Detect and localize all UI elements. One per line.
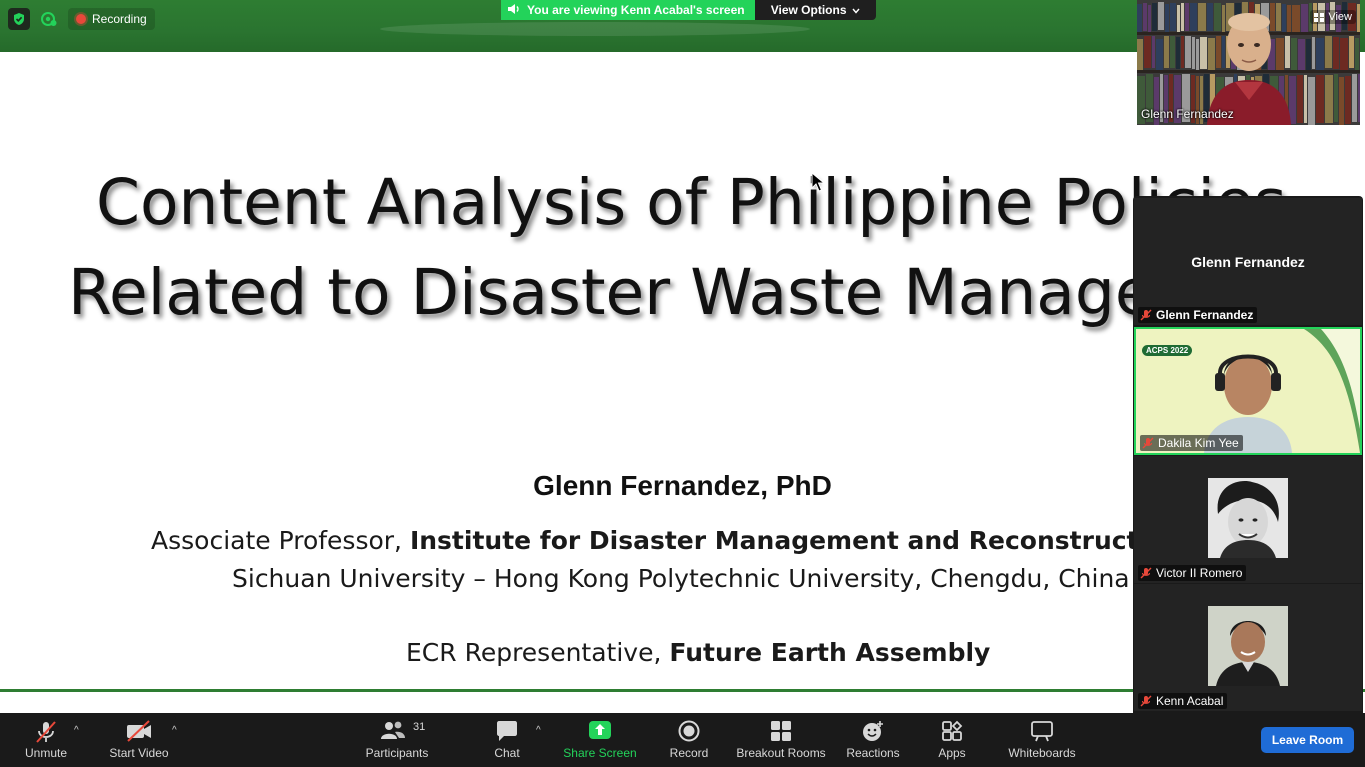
- participant-tile[interactable]: Victor II Romero: [1134, 456, 1362, 583]
- muted-mic-icon: [1142, 437, 1154, 449]
- apps-icon: [941, 720, 963, 745]
- active-speaker-name: Glenn Fernandez: [1141, 107, 1234, 121]
- security-shield-icon[interactable]: [8, 8, 30, 30]
- participant-tile[interactable]: ACPS 2022 Dakila Kim Yee: [1134, 327, 1362, 455]
- chat-label: Chat: [494, 746, 520, 760]
- slide-ecr-line: ECR Representative, Future Earth Assembl…: [406, 638, 990, 667]
- participants-button[interactable]: 31 Participants: [362, 713, 432, 767]
- meeting-toolbar: Unmute ^ Start Video ^ 31 Participants C…: [0, 713, 1365, 767]
- view-options-button[interactable]: View Options: [754, 0, 876, 20]
- viewing-screen-banner: You are viewing Kenn Acabal's screen Vie…: [501, 0, 876, 20]
- slide-affiliation-line-1: Associate Professor, Institute for Disas…: [151, 526, 1202, 555]
- affiliation-prefix: Associate Professor,: [151, 526, 410, 555]
- participant-tile[interactable]: Kenn Acabal: [1134, 584, 1362, 711]
- smiley-reaction-icon: [861, 720, 885, 745]
- apps-label: Apps: [938, 746, 966, 760]
- connection-status-icon[interactable]: [38, 8, 60, 30]
- muted-mic-icon: [1140, 695, 1152, 707]
- participant-label-text: Victor II Romero: [1156, 566, 1243, 580]
- participant-label-text: Glenn Fernandez: [1156, 308, 1254, 322]
- share-screen-arrow-icon: [588, 720, 612, 743]
- recording-indicator[interactable]: Recording: [68, 8, 155, 30]
- ecr-assembly: Future Earth Assembly: [669, 638, 991, 667]
- video-off-icon: [125, 720, 153, 745]
- participants-label: Participants: [365, 746, 429, 760]
- participant-name-label: Glenn Fernandez: [1138, 307, 1258, 323]
- viewing-screen-text: You are viewing Kenn Acabal's screen: [527, 3, 745, 17]
- chat-options-caret-icon[interactable]: ^: [536, 725, 541, 736]
- chat-bubble-icon: [495, 720, 519, 745]
- avatar: [1208, 478, 1288, 558]
- slide-affiliation-line-2: Sichuan University – Hong Kong Polytechn…: [232, 564, 1130, 593]
- chevron-down-icon: [851, 3, 860, 17]
- ecr-prefix: ECR Representative,: [406, 638, 670, 667]
- muted-mic-icon: [1140, 567, 1152, 579]
- apps-button[interactable]: Apps: [934, 713, 970, 767]
- leave-room-button[interactable]: Leave Room: [1261, 727, 1354, 753]
- avatar: [1208, 606, 1288, 686]
- muted-microphone-icon: [34, 720, 58, 747]
- participant-tile[interactable]: Glenn Fernandez Glenn Fernandez: [1134, 198, 1362, 325]
- view-toggle-button[interactable]: View: [1310, 10, 1356, 24]
- view-toggle-label: View: [1328, 11, 1352, 23]
- unmute-label: Unmute: [24, 746, 68, 760]
- active-speaker-video[interactable]: View Glenn Fernandez: [1137, 0, 1360, 125]
- breakout-rooms-icon: [770, 720, 792, 745]
- participants-count: 31: [413, 721, 426, 733]
- participant-label-text: Kenn Acabal: [1156, 694, 1224, 708]
- viewing-screen-notice: You are viewing Kenn Acabal's screen: [501, 0, 755, 20]
- recording-label: Recording: [92, 12, 147, 26]
- record-button[interactable]: Record: [666, 713, 712, 767]
- grid-view-icon: [1314, 12, 1325, 22]
- whiteboard-icon: [1030, 720, 1054, 745]
- audio-options-caret-icon[interactable]: ^: [74, 725, 79, 736]
- breakout-rooms-label: Breakout Rooms: [736, 746, 826, 760]
- view-options-label: View Options: [770, 3, 847, 17]
- participants-icon: [380, 720, 406, 743]
- share-screen-button[interactable]: Share Screen: [562, 713, 638, 767]
- record-label: Record: [669, 746, 709, 760]
- start-video-label: Start Video: [109, 746, 169, 760]
- participant-gallery[interactable]: Glenn Fernandez Glenn Fernandez ACPS 202…: [1133, 196, 1363, 714]
- unmute-button[interactable]: Unmute: [20, 713, 72, 767]
- speaker-volume-icon: [507, 3, 521, 18]
- breakout-rooms-button[interactable]: Breakout Rooms: [736, 713, 826, 767]
- affiliation-institute: Institute for Disaster Management and Re…: [409, 526, 1203, 555]
- participant-label-text: Dakila Kim Yee: [1158, 436, 1239, 450]
- whiteboards-button[interactable]: Whiteboards: [1004, 713, 1080, 767]
- start-video-button[interactable]: Start Video: [106, 713, 172, 767]
- whiteboards-label: Whiteboards: [1008, 746, 1076, 760]
- participant-display-name: Glenn Fernandez: [1191, 253, 1305, 270]
- reactions-button[interactable]: Reactions: [844, 713, 902, 767]
- participant-name-label: Kenn Acabal: [1138, 693, 1228, 709]
- event-logo-text: ACPS 2022: [1146, 346, 1189, 355]
- participant-name-label: Victor II Romero: [1138, 565, 1247, 581]
- meeting-status-bar: Recording: [8, 8, 155, 30]
- share-screen-label: Share Screen: [563, 746, 637, 760]
- video-options-caret-icon[interactable]: ^: [172, 725, 177, 736]
- recording-dot-icon: [76, 14, 86, 24]
- chat-button[interactable]: Chat: [488, 713, 526, 767]
- event-logo-badge: ACPS 2022: [1142, 345, 1193, 356]
- mouse-cursor-icon: [811, 172, 825, 192]
- muted-mic-icon: [1140, 309, 1152, 321]
- participant-name-label: Dakila Kim Yee: [1140, 435, 1243, 451]
- reactions-label: Reactions: [846, 746, 900, 760]
- record-icon: [678, 720, 700, 745]
